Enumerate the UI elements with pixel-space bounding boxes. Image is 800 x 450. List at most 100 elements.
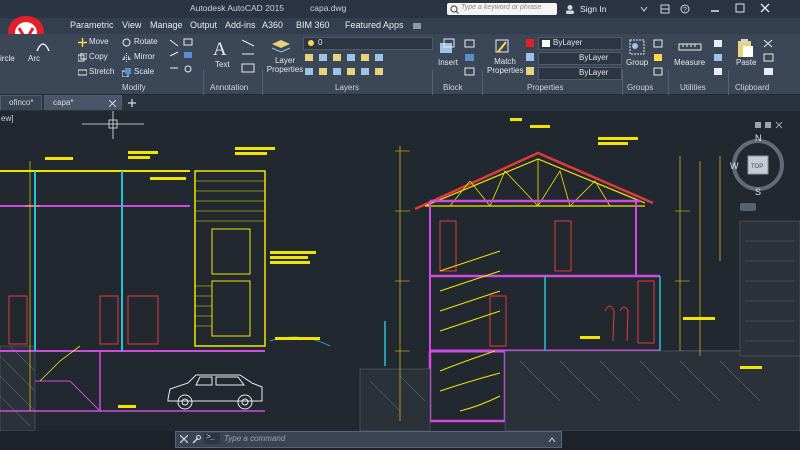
- mirror-button[interactable]: Mirror: [134, 52, 155, 61]
- panel-title-groups[interactable]: Groups: [627, 83, 653, 92]
- search-input[interactable]: Type a keyword or phrase: [447, 3, 557, 15]
- annotation-tools-icons[interactable]: [240, 38, 258, 78]
- exchange-icon[interactable]: [660, 4, 670, 14]
- tab-output[interactable]: Output: [190, 20, 217, 30]
- arc-tool[interactable]: Arc: [28, 54, 40, 63]
- insert-block-icon[interactable]: [438, 38, 456, 56]
- linetype-value: ByLayer: [579, 53, 609, 62]
- panel-title-properties[interactable]: Properties: [527, 83, 563, 92]
- circle-tool[interactable]: ircle: [0, 54, 15, 63]
- tab-view[interactable]: View: [122, 20, 141, 30]
- tab-manage[interactable]: Manage: [150, 20, 183, 30]
- left-section: [0, 170, 331, 412]
- group-tools-icons[interactable]: [652, 38, 664, 78]
- viewcube[interactable]: TOP N S W: [728, 133, 788, 213]
- panel-title-utilities[interactable]: Utilities: [680, 83, 706, 92]
- mirror-icon[interactable]: [122, 53, 131, 62]
- tab-a360[interactable]: A360: [262, 20, 283, 30]
- layer-properties-button[interactable]: Layer Properties: [266, 56, 304, 74]
- file-name: capa.dwg: [310, 3, 347, 13]
- paste-icon[interactable]: [736, 38, 754, 58]
- insert-button[interactable]: Insert: [438, 58, 458, 67]
- command-prompt-icon[interactable]: >_: [204, 432, 220, 444]
- svg-text:?: ?: [683, 7, 687, 14]
- close-icon[interactable]: [760, 3, 770, 13]
- lineweight-dropdown[interactable]: ByLayer: [538, 67, 622, 80]
- move-icon[interactable]: [78, 38, 87, 47]
- modify-tools-icons[interactable]: [168, 38, 196, 78]
- color-dropdown[interactable]: ByLayer: [538, 37, 622, 50]
- layer-tools-icons[interactable]: [303, 52, 433, 80]
- group-button[interactable]: Group: [626, 58, 648, 67]
- sign-in-link[interactable]: Sign In: [580, 4, 606, 14]
- utilities-tools-icons[interactable]: [712, 38, 724, 78]
- chevron-up-icon[interactable]: [548, 436, 556, 444]
- help-icon[interactable]: ?: [680, 4, 690, 14]
- scale-icon[interactable]: [122, 68, 131, 77]
- panel-title-block[interactable]: Block: [443, 83, 463, 92]
- stretch-icon[interactable]: [78, 68, 87, 77]
- rotate-icon[interactable]: [122, 38, 131, 47]
- rotate-button[interactable]: Rotate: [134, 37, 158, 46]
- paste-button[interactable]: Paste: [736, 58, 756, 67]
- tab-bim-360[interactable]: BIM 360: [296, 20, 330, 30]
- block-tools-icons[interactable]: [463, 38, 477, 78]
- ribbon-toggle-icon[interactable]: [412, 21, 422, 31]
- layer-properties-icon[interactable]: [270, 38, 292, 56]
- car-drawing: [167, 374, 263, 410]
- chevron-down-icon[interactable]: [640, 5, 648, 13]
- crosshair-cursor: [82, 111, 144, 139]
- scale-button[interactable]: Scale: [134, 67, 154, 76]
- search-placeholder: Type a keyword or phrase: [461, 4, 542, 11]
- user-icon[interactable]: [565, 4, 575, 14]
- ground-hatch-right: [359, 220, 800, 431]
- move-button[interactable]: Move: [89, 37, 109, 46]
- match-properties-icon[interactable]: [494, 38, 512, 56]
- tab-add-ins[interactable]: Add-ins: [225, 20, 256, 30]
- cad-drawing: [0, 111, 800, 431]
- tab-parametric[interactable]: Parametric: [70, 20, 114, 30]
- clipboard-tools-icons[interactable]: [762, 38, 776, 78]
- file-tab-capa[interactable]: capa*: [44, 95, 122, 110]
- file-tabs-bar: ofinco* capa*: [0, 95, 800, 111]
- viewport-controls[interactable]: [755, 121, 785, 129]
- command-line[interactable]: >_ Type a command: [175, 431, 562, 448]
- copy-button[interactable]: Copy: [89, 52, 108, 61]
- measure-icon[interactable]: [678, 40, 702, 54]
- compass-south: S: [755, 187, 761, 197]
- prompt-glyph: >_: [206, 432, 216, 441]
- lineweight-value: ByLayer: [579, 68, 609, 77]
- command-input[interactable]: Type a command: [224, 434, 285, 443]
- panel-title-layers[interactable]: Layers: [335, 83, 359, 92]
- linetype-dropdown[interactable]: ByLayer: [538, 52, 622, 65]
- panel-title-clipboard[interactable]: Clipboard: [735, 83, 769, 92]
- svg-text:A: A: [213, 39, 227, 58]
- text-icon[interactable]: A: [212, 38, 230, 58]
- color-value: ByLayer: [553, 38, 583, 47]
- color-swatch-icon: [542, 40, 550, 47]
- layer-dropdown[interactable]: 0: [303, 37, 433, 50]
- stretch-button[interactable]: Stretch: [89, 67, 114, 76]
- measure-button[interactable]: Measure: [674, 58, 705, 67]
- file-tab-label: capa*: [53, 98, 74, 107]
- tab-featured-apps[interactable]: Featured Apps: [345, 20, 404, 30]
- drawing-canvas[interactable]: ew] TOP N S W: [0, 111, 800, 431]
- new-tab-icon[interactable]: [127, 98, 137, 108]
- match-properties-button[interactable]: Match Properties: [487, 57, 523, 75]
- group-icon[interactable]: [628, 38, 646, 56]
- panel-title-modify[interactable]: Modify: [122, 83, 146, 92]
- text-button[interactable]: Text: [215, 60, 230, 69]
- wrench-icon[interactable]: [192, 435, 201, 444]
- copy-icon[interactable]: [78, 53, 87, 62]
- lightbulb-icon: [308, 40, 314, 46]
- maximize-icon[interactable]: [735, 3, 745, 13]
- ribbon-tabs-bar: Parametric View Manage Output Add-ins A3…: [0, 18, 800, 34]
- close-icon[interactable]: [180, 435, 188, 443]
- wcs-menu[interactable]: [740, 203, 756, 211]
- close-tab-icon[interactable]: [109, 100, 116, 107]
- arc-icon[interactable]: [36, 40, 50, 52]
- compass-north: N: [755, 133, 762, 143]
- minimize-icon[interactable]: [710, 3, 720, 13]
- panel-title-annotation[interactable]: Annotation: [210, 83, 248, 92]
- file-tab-ofinco[interactable]: ofinco*: [0, 95, 42, 110]
